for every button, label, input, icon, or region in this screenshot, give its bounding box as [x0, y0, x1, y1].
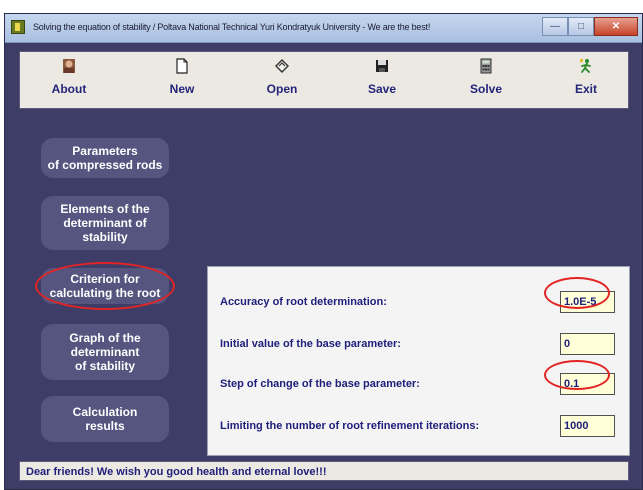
sidebar-item-label: of stability	[74, 359, 135, 373]
save-button[interactable]: Save	[347, 58, 417, 104]
calculator-icon	[480, 58, 492, 74]
sidebar-item-graph[interactable]: Graph of the determinant of stability	[41, 324, 169, 380]
open-folder-icon	[275, 59, 289, 73]
save-label: Save	[367, 82, 397, 96]
exit-label: Exit	[574, 82, 597, 96]
open-label: Open	[266, 82, 298, 96]
sidebar-item-results[interactable]: Calculation results	[41, 396, 169, 442]
status-bar: Dear friends! We wish you good health an…	[19, 461, 629, 481]
maximize-icon: □	[577, 21, 585, 32]
maximize-button[interactable]: □	[568, 17, 594, 36]
sidebar-item-elements[interactable]: Elements of the determinant of stability	[41, 196, 169, 250]
step-field[interactable]	[560, 373, 615, 395]
minimize-button[interactable]: —	[542, 17, 568, 36]
toolbar: About New Open Save Solve Exit	[19, 51, 629, 109]
app-icon	[11, 20, 25, 34]
person-icon	[63, 59, 75, 73]
new-button[interactable]: New	[147, 58, 217, 104]
new-document-icon	[176, 58, 188, 74]
close-icon: ✕	[611, 21, 621, 32]
sidebar-item-label: Parameters	[72, 144, 138, 158]
sidebar-item-label: results	[85, 419, 125, 433]
exit-button[interactable]: Exit	[551, 58, 621, 104]
window-controls: — □ ✕	[542, 17, 638, 36]
sidebar-item-label: Elements of the	[60, 202, 150, 216]
initial-value-field[interactable]	[560, 333, 615, 355]
step-label: Step of change of the base parameter:	[220, 378, 420, 390]
close-button[interactable]: ✕	[594, 17, 638, 36]
floppy-disk-icon	[376, 60, 388, 72]
iterations-row: Limiting the number of root refinement i…	[220, 415, 620, 439]
iterations-label: Limiting the number of root refinement i…	[220, 420, 480, 432]
step-row: Step of change of the base parameter:	[220, 373, 620, 397]
iterations-field[interactable]	[560, 415, 615, 437]
sidebar-item-label: stability	[82, 230, 128, 244]
app-window: Solving the equation of stability / Polt…	[4, 13, 643, 490]
about-button[interactable]: About	[34, 58, 104, 104]
title-bar[interactable]: Solving the equation of stability / Polt…	[5, 14, 642, 43]
sidebar-item-label: determinant of	[63, 216, 147, 230]
running-man-icon	[580, 59, 591, 73]
open-button[interactable]: Open	[247, 58, 317, 104]
status-text: Dear friends! We wish you good health an…	[26, 466, 327, 478]
new-label: New	[169, 82, 195, 96]
sidebar-item-criterion[interactable]: Criterion for calculating the root	[41, 268, 169, 304]
sidebar-item-label: of compressed rods	[47, 158, 163, 172]
accuracy-label: Accuracy of root determination:	[220, 296, 387, 308]
accuracy-row: Accuracy of root determination:	[220, 291, 620, 315]
minimize-icon: —	[550, 21, 560, 32]
about-label: About	[51, 82, 87, 96]
initial-value-label: Initial value of the base parameter:	[220, 338, 401, 350]
sidebar-item-label: determinant	[70, 345, 140, 359]
sidebar-item-label: calculating the root	[49, 286, 161, 300]
initial-value-row: Initial value of the base parameter:	[220, 333, 620, 357]
solve-button[interactable]: Solve	[451, 58, 521, 104]
sidebar-item-label: Calculation	[72, 405, 138, 419]
window-title: Solving the equation of stability / Polt…	[33, 22, 431, 32]
sidebar-item-label: Criterion for	[70, 272, 140, 286]
sidebar-item-parameters[interactable]: Parameters of compressed rods	[41, 138, 169, 178]
accuracy-field[interactable]	[560, 291, 615, 313]
sidebar-item-label: Graph of the	[69, 331, 141, 345]
criterion-panel: Accuracy of root determination: Initial …	[207, 266, 630, 456]
solve-label: Solve	[469, 82, 502, 96]
